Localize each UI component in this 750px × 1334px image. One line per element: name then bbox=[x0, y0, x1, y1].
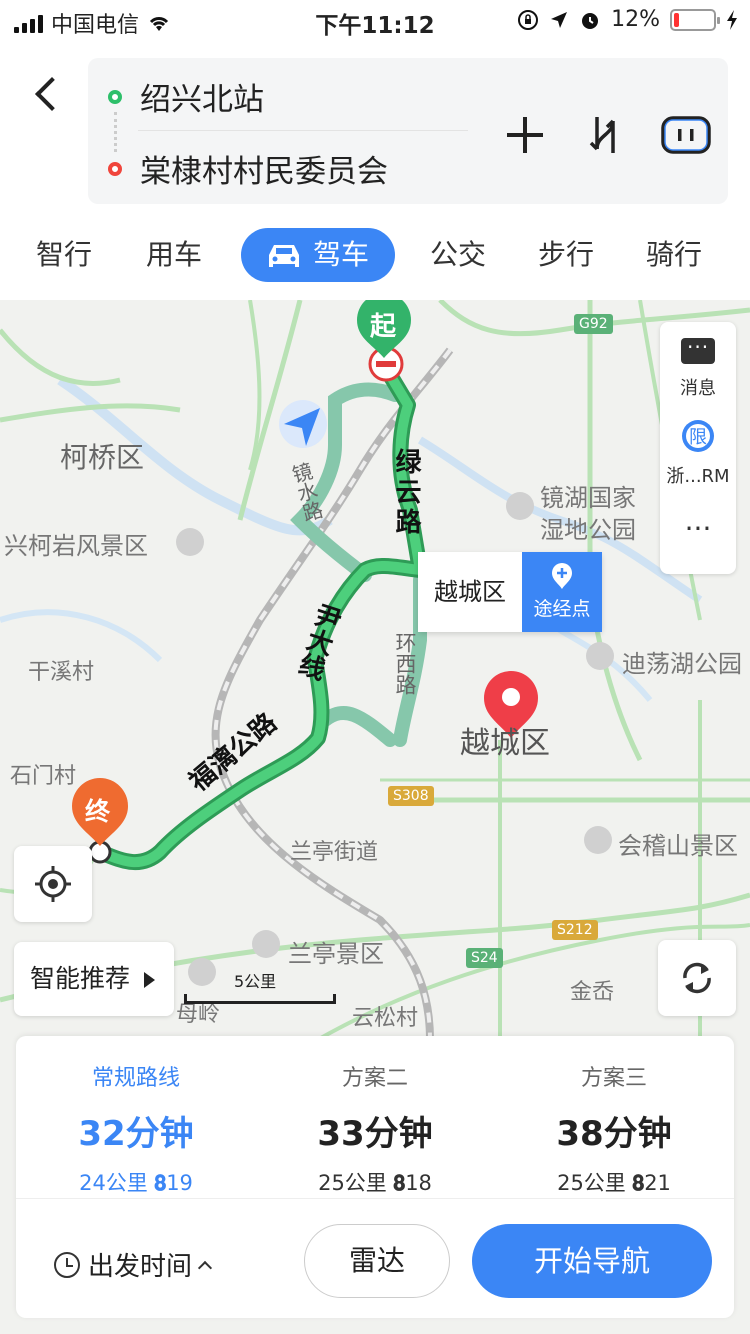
road-label-huanxi: 环西路 bbox=[393, 632, 417, 695]
tab-bike[interactable]: 骑行 bbox=[646, 228, 702, 282]
plan-name: 方案二 bbox=[341, 1066, 408, 1091]
place-label: 越城区 bbox=[460, 726, 550, 761]
charging-icon bbox=[727, 9, 737, 30]
clock-icon bbox=[54, 1251, 80, 1278]
place-label: 干溪村 bbox=[28, 660, 95, 685]
place-label: 迪荡湖公园 bbox=[622, 650, 742, 678]
alarm-icon bbox=[582, 12, 599, 29]
status-bar: 中国电信 下午11:12 12% bbox=[0, 0, 750, 40]
tab-smart[interactable]: 智行 bbox=[36, 228, 92, 282]
locate-me-button[interactable] bbox=[14, 846, 92, 922]
tab-walk[interactable]: 步行 bbox=[538, 228, 594, 282]
traffic-light-icon: 𝟖 bbox=[154, 1171, 167, 1195]
place-label: 兰亭景区 bbox=[288, 940, 384, 968]
tab-car-hailing[interactable]: 用车 bbox=[146, 228, 202, 282]
waypoint-plus-icon bbox=[552, 563, 572, 589]
smart-recommend-label: 智能推荐 bbox=[30, 964, 131, 993]
scale-label: 5公里 bbox=[234, 972, 277, 991]
messages-label[interactable]: 消息 bbox=[660, 374, 736, 400]
place-label: 湿地公园 bbox=[540, 516, 636, 544]
callout-place: 越城区 bbox=[418, 552, 522, 632]
departure-label: 出发时间 bbox=[88, 1252, 193, 1282]
map-scale: 5公里 bbox=[184, 968, 336, 1004]
start-dot-icon bbox=[108, 89, 122, 104]
add-stop-icon[interactable] bbox=[500, 110, 550, 160]
add-waypoint-button[interactable]: 途经点 bbox=[522, 552, 602, 632]
plan-info: 24公里 𝟖19 bbox=[16, 1167, 256, 1197]
plan-duration: 32分钟 bbox=[78, 1114, 194, 1154]
plan-lights: 19 bbox=[166, 1171, 193, 1195]
location-arrow-icon bbox=[551, 11, 568, 28]
tab-bus[interactable]: 公交 bbox=[430, 228, 486, 282]
plan-duration: 33分钟 bbox=[317, 1114, 433, 1154]
plan-name: 常规路线 bbox=[91, 1066, 180, 1091]
waypoint-callout[interactable]: 越城区 途经点 bbox=[418, 552, 602, 632]
radar-button[interactable]: 雷达 bbox=[304, 1224, 450, 1298]
place-label: 兴柯岩风景区 bbox=[4, 532, 148, 560]
place-label: 会稽山景区 bbox=[618, 832, 738, 860]
play-triangle-icon bbox=[143, 972, 155, 988]
tab-drive-label: 驾车 bbox=[313, 238, 370, 271]
plan-lights: 18 bbox=[405, 1171, 432, 1195]
plan-option[interactable]: 方案三 38分钟 25公里 𝟖21 bbox=[494, 1060, 734, 1197]
plate-text[interactable]: 浙...RM bbox=[660, 462, 736, 488]
highway-shield: S212 bbox=[552, 920, 598, 940]
end-dot-icon bbox=[108, 161, 122, 176]
chevron-up-icon bbox=[197, 1260, 213, 1275]
more-icon[interactable]: ··· bbox=[660, 512, 736, 545]
start-location: 绍兴北站 bbox=[140, 82, 264, 118]
map-side-panel: 消息 限 浙...RM ··· bbox=[660, 322, 736, 574]
plan-name: 方案三 bbox=[580, 1066, 647, 1091]
plan-option[interactable]: 方案二 33分钟 25公里 𝟖18 bbox=[255, 1060, 495, 1197]
place-label: 石门村 bbox=[10, 764, 77, 789]
start-field[interactable]: 绍兴北站 bbox=[108, 74, 264, 119]
car-plate-icon[interactable] bbox=[660, 110, 712, 160]
place-label: 云松村 bbox=[352, 1006, 419, 1031]
traffic-limit-badge: 限 bbox=[689, 427, 707, 448]
start-marker-label: 起 bbox=[370, 312, 397, 342]
refresh-icon bbox=[683, 962, 711, 994]
end-marker-label: 终 bbox=[85, 797, 111, 826]
divider bbox=[138, 130, 468, 131]
plan-info: 25公里 𝟖21 bbox=[494, 1167, 734, 1197]
route-plans-card: 常规路线 32分钟 24公里 𝟖19 方案二 33分钟 25公里 𝟖18 方案三… bbox=[16, 1036, 734, 1318]
smart-recommend-button[interactable]: 智能推荐 bbox=[14, 942, 174, 1016]
message-icon[interactable] bbox=[681, 335, 715, 364]
transport-mode-tabs: 智行 用车 驾车 公交 步行 骑行 bbox=[0, 228, 750, 284]
end-field[interactable]: 棠棣村村民委员会 bbox=[108, 146, 388, 191]
plan-info: 25公里 𝟖18 bbox=[255, 1167, 495, 1197]
orientation-lock-icon bbox=[518, 9, 539, 30]
battery-icon bbox=[670, 8, 720, 31]
place-label: 镜湖国家 bbox=[540, 484, 636, 512]
swap-route-icon[interactable] bbox=[580, 110, 630, 160]
traffic-light-icon: 𝟖 bbox=[393, 1171, 406, 1195]
car-icon bbox=[269, 245, 299, 267]
plan-duration: 38分钟 bbox=[556, 1114, 672, 1154]
route-header: 绍兴北站 棠棣村村民委员会 智行 用车 驾车 公交 步行 骑行 bbox=[0, 40, 750, 300]
plan-distance: 24公里 bbox=[79, 1171, 148, 1195]
tab-drive[interactable]: 驾车 bbox=[241, 228, 396, 282]
battery-percent: 12% bbox=[611, 7, 660, 32]
start-navigation-button[interactable]: 开始导航 bbox=[472, 1224, 712, 1298]
traffic-light-icon: 𝟖 bbox=[632, 1171, 645, 1195]
highway-shield: S24 bbox=[466, 948, 503, 968]
crosshair-icon bbox=[35, 866, 71, 902]
divider bbox=[16, 1198, 734, 1199]
route-input-box: 绍兴北站 棠棣村村民委员会 bbox=[88, 58, 728, 204]
departure-time-button[interactable]: 出发时间 bbox=[54, 1246, 213, 1283]
highway-shield: G92 bbox=[574, 314, 613, 334]
plan-distance: 25公里 bbox=[318, 1171, 387, 1195]
place-label: 金岙 bbox=[570, 980, 615, 1005]
plan-lights: 21 bbox=[644, 1171, 671, 1195]
end-location: 棠棣村村民委员会 bbox=[140, 154, 388, 190]
road-label-lvyun: 绿云路 bbox=[391, 448, 421, 538]
plan-option[interactable]: 常规路线 32分钟 24公里 𝟖19 bbox=[16, 1060, 256, 1197]
highway-shield: S308 bbox=[388, 786, 434, 806]
place-label: 兰亭街道 bbox=[290, 840, 379, 865]
back-button[interactable] bbox=[28, 74, 68, 114]
refresh-button[interactable] bbox=[658, 940, 736, 1016]
plan-distance: 25公里 bbox=[557, 1171, 626, 1195]
place-label: 柯桥区 bbox=[60, 441, 145, 474]
waypoint-label: 途经点 bbox=[533, 598, 591, 620]
